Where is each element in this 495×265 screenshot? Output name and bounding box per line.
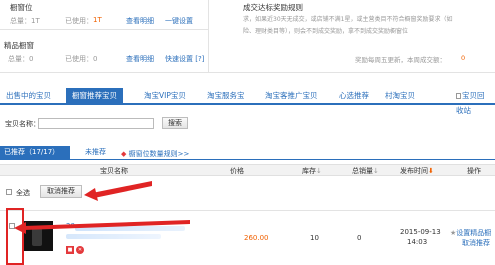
tab-recycle-bin[interactable]: 宝贝回收站	[450, 88, 495, 115]
badge-icon: ■	[66, 246, 74, 254]
tab-vip[interactable]: 淘宝VIP宝贝	[138, 88, 192, 103]
highlight-box	[6, 208, 24, 265]
rules-link-wrap[interactable]: ◆ 橱窗位数量规则>>	[121, 149, 189, 159]
product-thumbnail[interactable]	[23, 221, 53, 251]
product-title-blurred[interactable]	[75, 226, 185, 231]
tab-village[interactable]: 村淘宝贝	[379, 88, 421, 103]
product-time: 14:03	[407, 238, 428, 246]
set-premium-link[interactable]: ★设置精品橱	[450, 228, 491, 238]
premium-used: 已使用：0	[65, 55, 98, 63]
rules-footer-value: 0	[461, 54, 466, 62]
subtab-recommended[interactable]: 已推荐（17/17）	[0, 146, 70, 159]
header-price[interactable]: 价格	[230, 166, 244, 176]
header-stock[interactable]: 库存↓	[302, 166, 322, 176]
tab-window-recommend[interactable]: 橱窗推荐宝贝	[66, 88, 123, 103]
header-publish-time[interactable]: 发布时间⬇	[400, 166, 434, 176]
product-stock: 10	[310, 234, 319, 242]
rules-line-2: 险、理财类目等），则会不到成交奖励，拿不到成交奖励橱窗位	[243, 28, 409, 35]
product-sales: 0	[357, 234, 362, 242]
arrow-head	[84, 188, 98, 201]
window-total: 总量：1T	[10, 17, 40, 25]
product-title-blurred[interactable]	[66, 234, 161, 239]
window-one-click-link[interactable]: 一键设置	[165, 16, 193, 26]
sort-icon: ↓	[316, 167, 322, 175]
close-badge-icon: ✕	[76, 246, 84, 254]
window-view-link[interactable]: 查看明细	[126, 16, 154, 26]
header-action: 操作	[467, 167, 481, 175]
recycle-icon	[456, 93, 461, 99]
search-label: 宝贝名称：	[5, 120, 40, 128]
premium-panel-title: 精品橱窗	[4, 41, 34, 50]
tab-xinxuan[interactable]: 心选推荐	[333, 88, 375, 103]
window-used-value: 1T	[93, 16, 102, 24]
subtab-not-recommended[interactable]: 未推荐	[85, 146, 106, 159]
sort-desc-icon: ⬇	[428, 167, 434, 175]
premium-view-link[interactable]: 查看明细	[126, 54, 154, 64]
row-cancel-recommend-link[interactable]: 取消推荐	[462, 238, 490, 248]
divider	[0, 210, 495, 211]
tab-underline	[0, 103, 495, 105]
window-used-label: 已使用：	[65, 17, 93, 25]
tab-service[interactable]: 淘宝服务宝	[201, 88, 251, 103]
divider	[0, 29, 208, 30]
arrow-shaft	[92, 181, 152, 198]
select-all-label: 全选	[16, 189, 30, 197]
divider	[0, 72, 495, 73]
rules-line-1: 求，如果近30天无成交，或店铺不满1星，或主营类目不符合橱窗奖励要求（如	[243, 16, 453, 23]
premium-quick-link[interactable]: 快速设置 [?]	[165, 54, 204, 64]
product-title-prefix[interactable]: 20	[66, 222, 75, 230]
set-premium-label: 设置精品橱	[456, 229, 492, 237]
select-all-checkbox[interactable]	[6, 189, 12, 195]
window-count-rules-link[interactable]: 橱窗位数量规则>>	[129, 150, 190, 158]
search-button[interactable]: 搜索	[162, 117, 188, 129]
product-date: 2015-09-13	[400, 228, 441, 236]
header-publish-label: 发布时间	[400, 167, 428, 175]
cancel-recommend-button[interactable]: 取消推荐	[40, 185, 82, 198]
window-panel-title: 橱窗位	[10, 3, 33, 12]
sort-icon: ↓	[373, 167, 379, 175]
header-item-name: 宝贝名称	[100, 167, 128, 175]
header-stock-label: 库存	[302, 167, 316, 175]
divider	[208, 0, 209, 72]
tab-taobaoke[interactable]: 淘宝客推广宝贝	[259, 88, 324, 103]
premium-total: 总量：0	[8, 55, 34, 63]
rules-footer-label: 奖励每周五更新，本周成交额：	[355, 56, 446, 64]
header-sales-label: 总销量	[352, 167, 373, 175]
rules-title: 成交达标奖励规则	[243, 3, 303, 12]
product-price: 260.00	[244, 234, 269, 242]
tab-on-sale[interactable]: 出售中的宝贝	[0, 88, 57, 103]
warning-icon: ◆	[121, 150, 127, 158]
header-sales[interactable]: 总销量↓	[352, 166, 379, 176]
subtab-underline	[0, 159, 495, 160]
search-input[interactable]	[38, 118, 154, 129]
